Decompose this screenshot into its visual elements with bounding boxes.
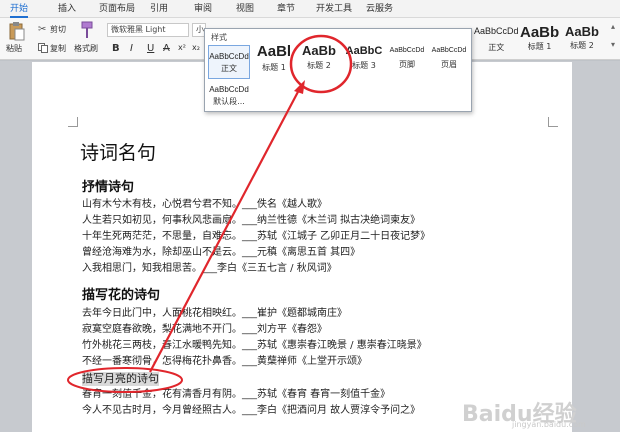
- annotation-arrow: [149, 87, 301, 373]
- highlight-circle: [289, 34, 353, 94]
- watermark-url: jingyan.baidu.com: [512, 420, 586, 429]
- highlight-ellipse: [67, 367, 183, 393]
- annotation-overlay: [67, 34, 353, 393]
